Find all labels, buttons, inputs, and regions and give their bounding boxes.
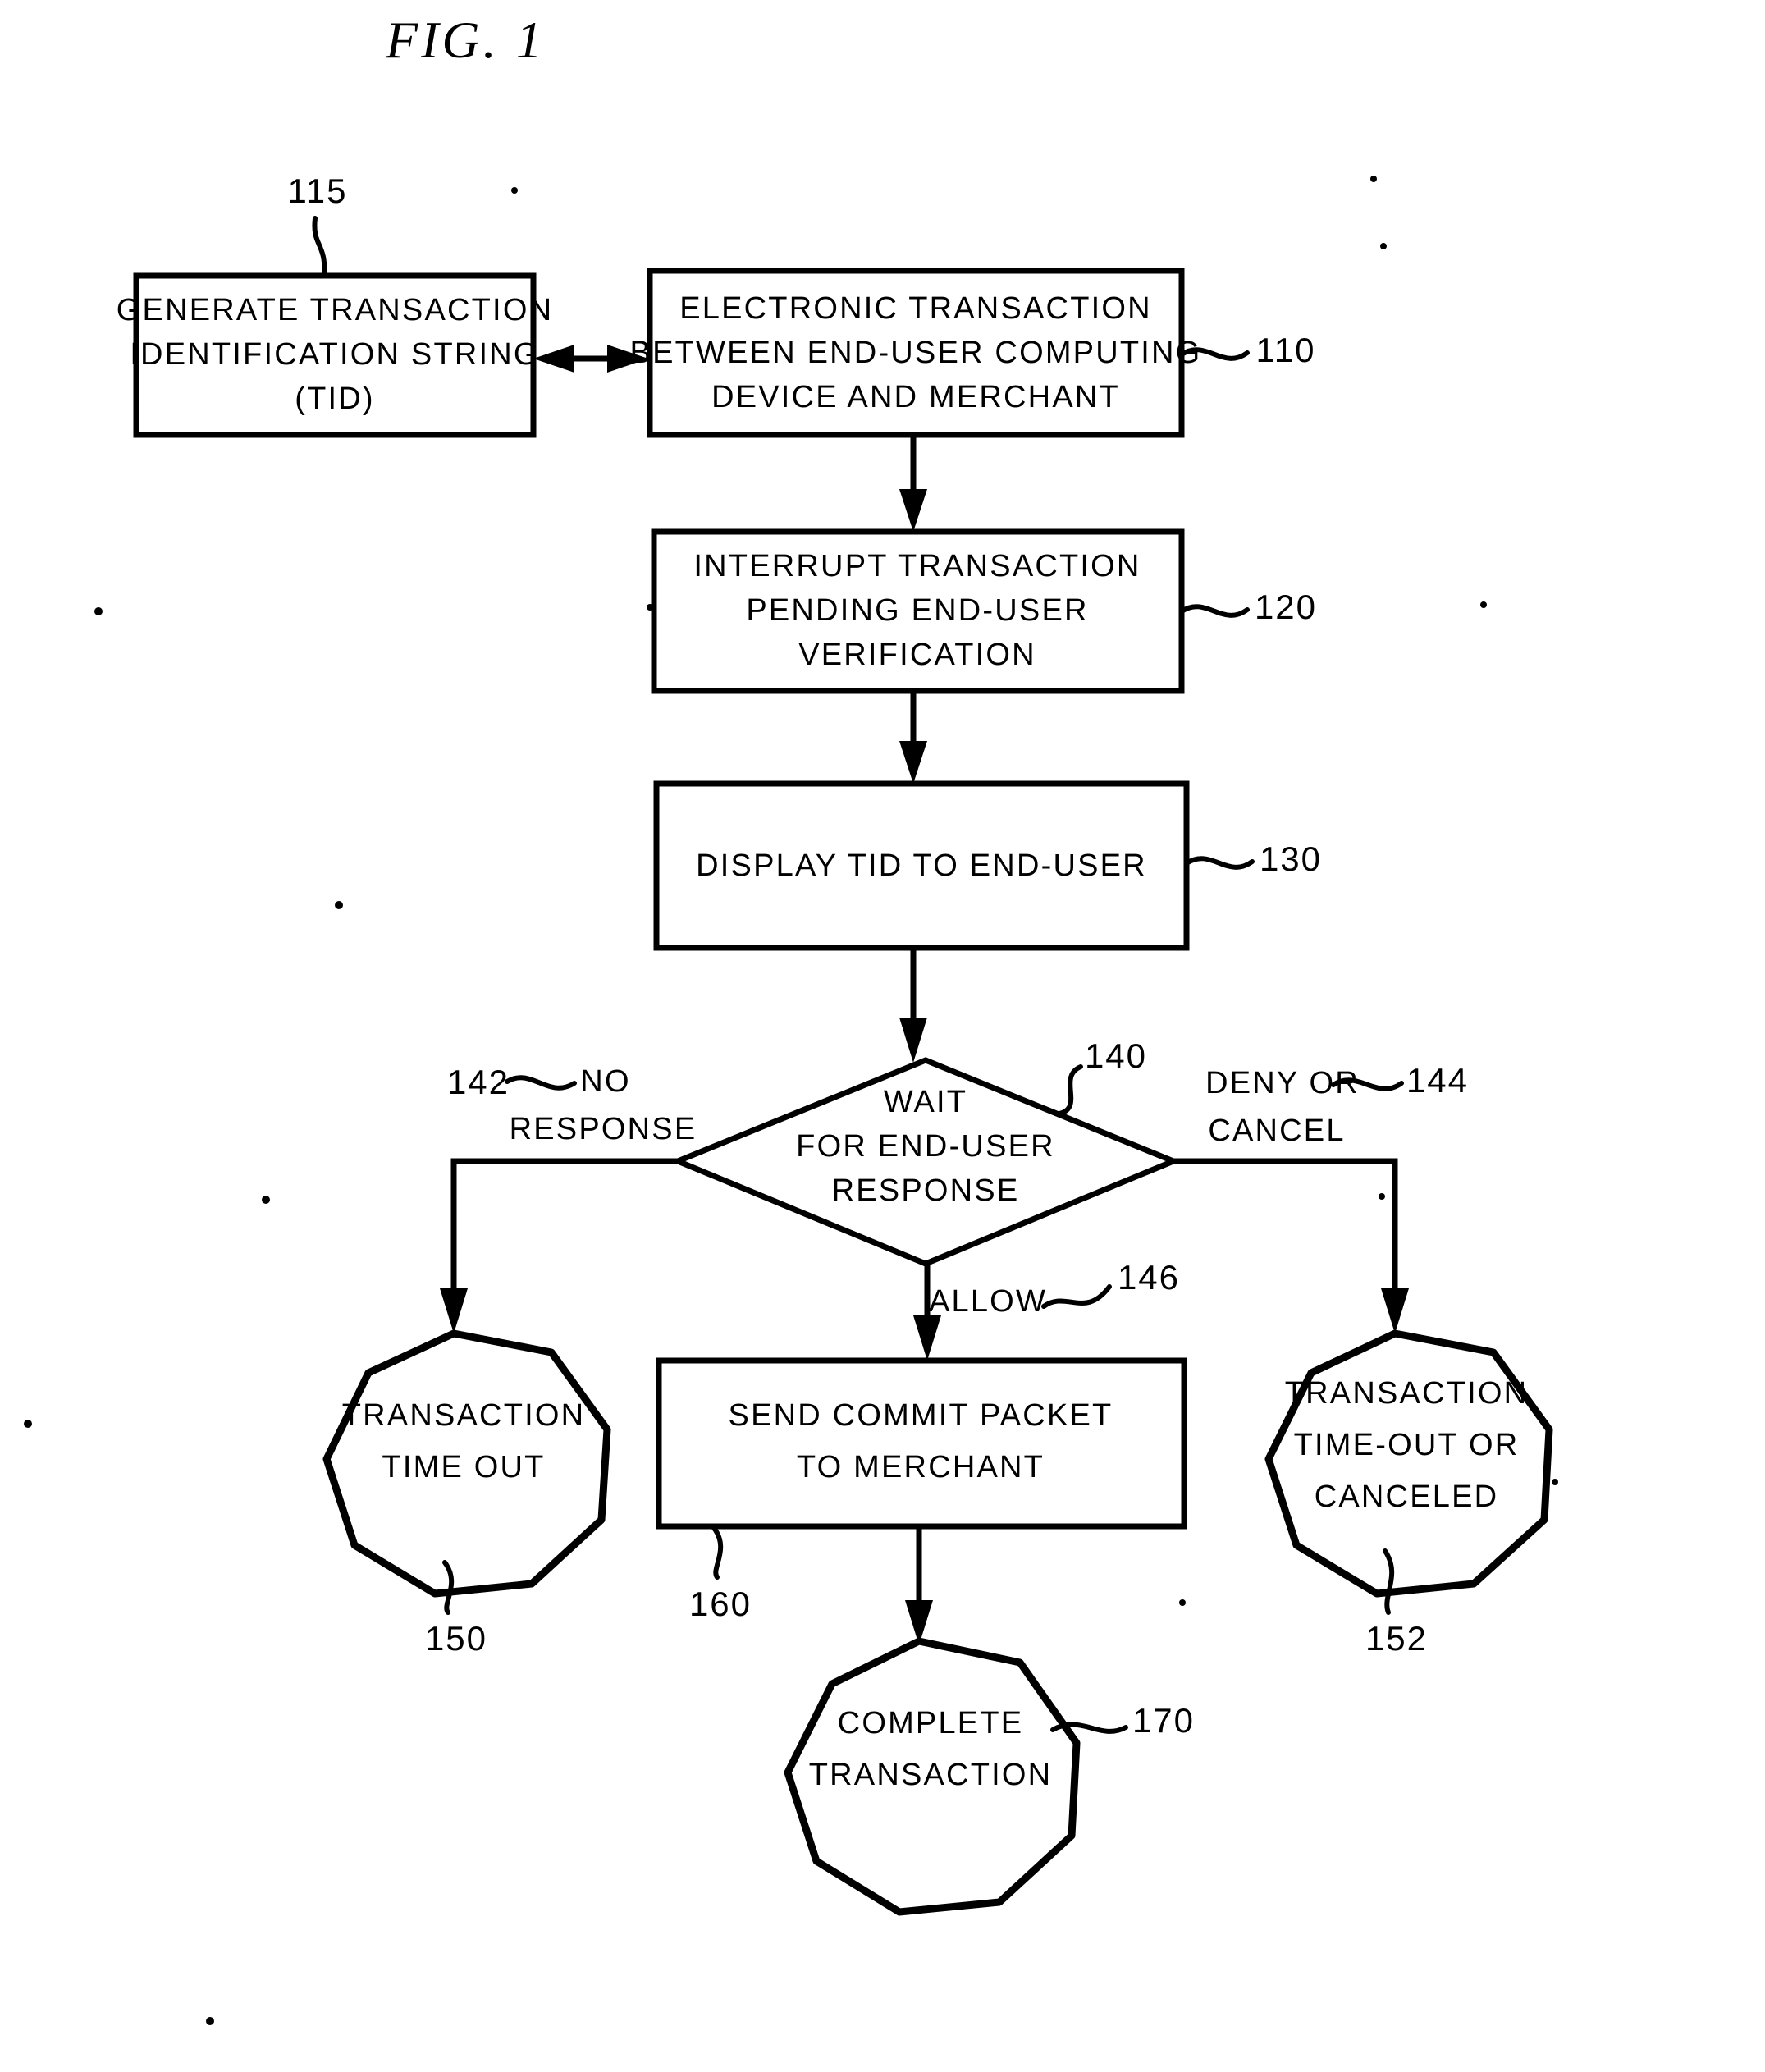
connector-120-130 — [899, 689, 927, 784]
ref-leader-120: 120 — [1179, 588, 1317, 626]
connector-140-152 — [1172, 1158, 1409, 1333]
node-140-wait-for-response[interactable]: WAIT FOR END-USER RESPONSE — [670, 1057, 1182, 1267]
ref-label-142: 142 — [447, 1063, 510, 1101]
node-130-line-0: DISPLAY TID TO END-USER — [696, 848, 1147, 883]
edge-142-line-1: RESPONSE — [510, 1112, 697, 1146]
connector-130-140 — [899, 948, 927, 1063]
ref-leader-130: 130 — [1184, 839, 1322, 878]
node-170-line-1: TRANSACTION — [809, 1758, 1053, 1792]
node-110-electronic-transaction[interactable]: ELECTRONIC TRANSACTION BETWEEN END-USER … — [630, 268, 1202, 438]
ref-leader-115: 115 — [288, 172, 348, 278]
node-120-line-2: VERIFICATION — [798, 638, 1036, 672]
connector-140-150 — [440, 1158, 679, 1333]
node-160-line-0: SEND COMMIT PACKET — [729, 1398, 1113, 1433]
node-150-line-1: TIME OUT — [382, 1450, 545, 1484]
ref-label-150: 150 — [425, 1619, 487, 1658]
edge-label-144-deny-cancel: DENY OR CANCEL 144 — [1205, 1061, 1469, 1148]
figure-root: FIG. 1 GENERATE TRANSACTION IDENTIFICATI… — [0, 0, 1765, 2072]
ref-label-120: 120 — [1255, 588, 1317, 626]
ref-label-144: 144 — [1406, 1061, 1469, 1100]
node-140-line-2: RESPONSE — [832, 1173, 1020, 1208]
ref-label-160: 160 — [689, 1585, 752, 1623]
node-115-line-0: GENERATE TRANSACTION — [117, 293, 553, 327]
connector-160-170 — [905, 1526, 933, 1645]
edge-label-146-allow: ALLOW 146 — [929, 1258, 1180, 1319]
node-170-line-0: COMPLETE — [838, 1706, 1024, 1740]
node-120-line-1: PENDING END-USER — [746, 593, 1088, 628]
edge-146-line-0: ALLOW — [929, 1284, 1047, 1319]
ref-label-146: 146 — [1118, 1258, 1180, 1297]
ref-label-140: 140 — [1085, 1036, 1147, 1075]
ref-leader-110: 110 — [1179, 331, 1316, 369]
edge-label-142-no-response: 142 NO RESPONSE — [447, 1063, 697, 1146]
node-130-display-tid[interactable]: DISPLAY TID TO END-USER — [653, 780, 1190, 951]
node-115-generate-tid[interactable]: GENERATE TRANSACTION IDENTIFICATION STRI… — [117, 272, 553, 438]
node-152-line-1: TIME-OUT OR — [1294, 1428, 1520, 1462]
ref-leader-140: 140 — [1057, 1036, 1147, 1116]
node-160-send-commit-packet[interactable]: SEND COMMIT PACKET TO MERCHANT — [656, 1357, 1187, 1530]
node-110-line-2: DEVICE AND MERCHANT — [711, 380, 1120, 414]
node-150-transaction-time-out[interactable]: TRANSACTION TIME OUT — [322, 1329, 611, 1598]
node-140-line-0: WAIT — [884, 1085, 967, 1119]
ref-leader-160: 160 — [689, 1525, 752, 1623]
ref-label-110: 110 — [1256, 331, 1316, 369]
node-115-line-1: IDENTIFICATION STRING — [130, 337, 539, 372]
edge-144-line-1: CANCEL — [1208, 1114, 1345, 1148]
node-120-line-0: INTERRUPT TRANSACTION — [693, 549, 1141, 583]
ref-label-115: 115 — [288, 172, 348, 210]
node-160-line-1: TO MERCHANT — [797, 1450, 1045, 1484]
node-120-interrupt-transaction[interactable]: INTERRUPT TRANSACTION PENDING END-USER V… — [651, 528, 1185, 694]
node-110-line-1: BETWEEN END-USER COMPUTING — [630, 336, 1202, 370]
node-150-line-0: TRANSACTION — [342, 1398, 586, 1433]
node-170-complete-transaction[interactable]: COMPLETE TRANSACTION — [784, 1637, 1081, 1916]
node-140-line-1: FOR END-USER — [796, 1129, 1055, 1164]
ref-label-170: 170 — [1132, 1701, 1195, 1740]
node-110-line-0: ELECTRONIC TRANSACTION — [679, 291, 1152, 326]
node-152-line-2: CANCELED — [1315, 1480, 1499, 1514]
ref-label-130: 130 — [1260, 839, 1322, 878]
edge-142-line-0: NO — [580, 1064, 630, 1099]
flowchart-canvas: GENERATE TRANSACTION IDENTIFICATION STRI… — [24, 172, 1558, 2025]
node-152-line-0: TRANSACTION — [1285, 1376, 1529, 1411]
connector-110-120 — [899, 435, 927, 532]
figure-title: FIG. 1 — [386, 11, 546, 69]
ref-label-152: 152 — [1365, 1619, 1428, 1658]
node-152-transaction-timeout-canceled[interactable]: TRANSACTION TIME-OUT OR CANCELED — [1264, 1329, 1553, 1598]
node-115-line-2: (TID) — [295, 382, 375, 416]
